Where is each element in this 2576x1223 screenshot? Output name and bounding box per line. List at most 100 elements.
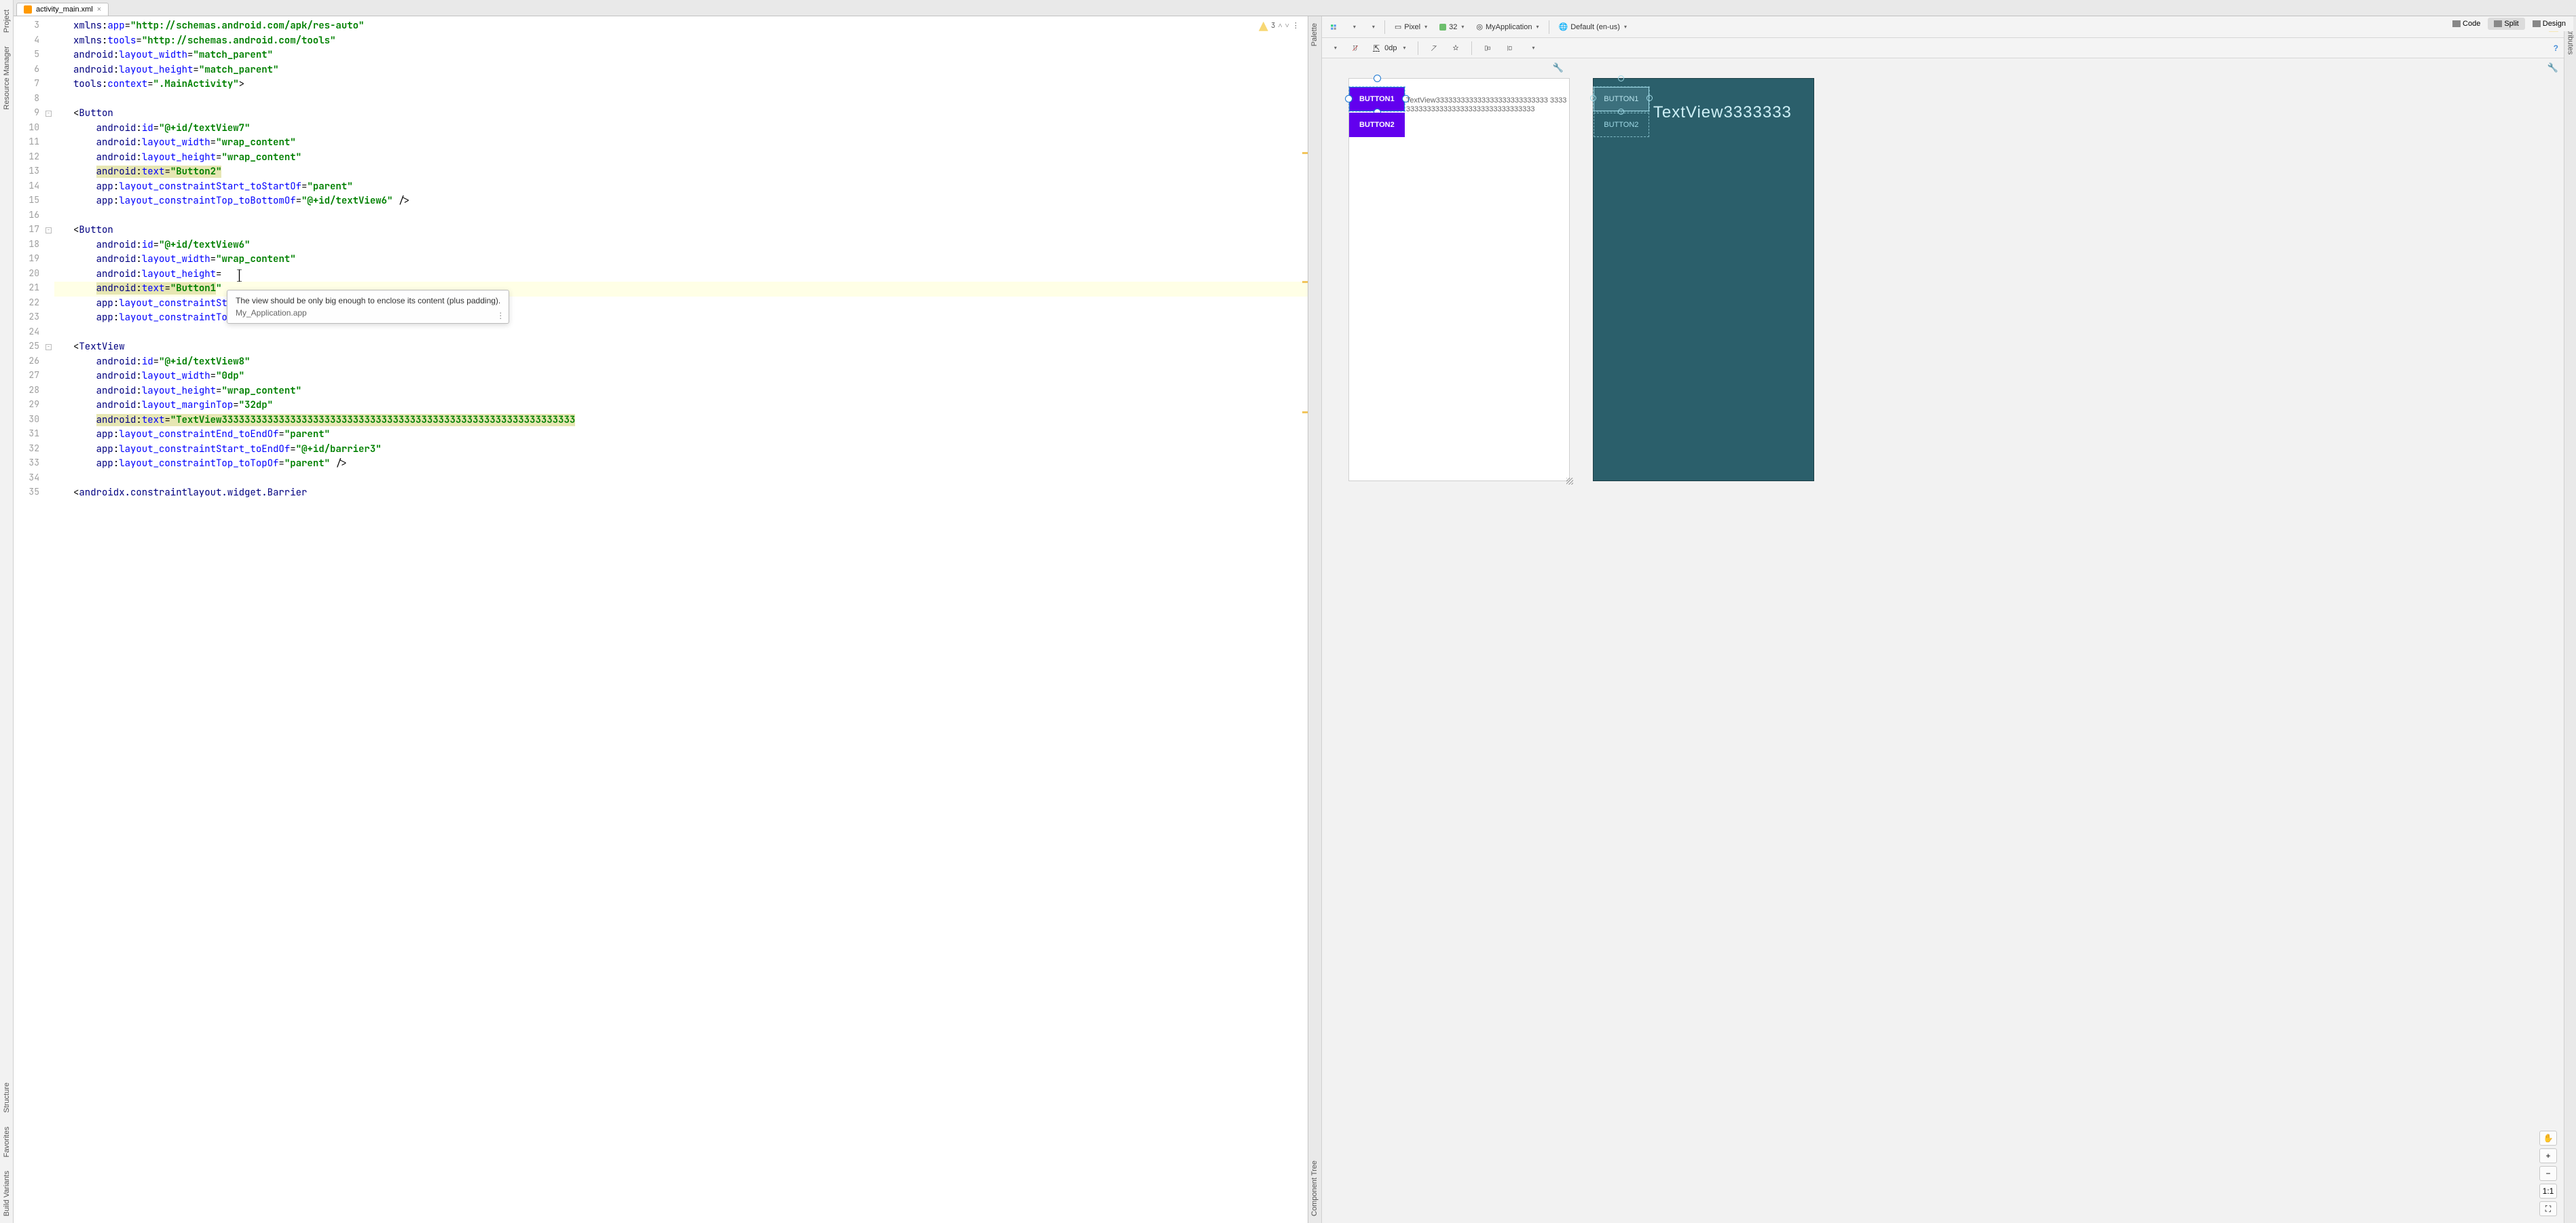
surface-select-icon[interactable] <box>1326 20 1341 35</box>
guideline-icon[interactable] <box>1502 41 1517 56</box>
line-number: 18 <box>14 238 54 253</box>
line-number: 5 <box>14 48 54 63</box>
inspection-menu-icon[interactable]: ⋮ <box>1292 19 1300 34</box>
line-number: 10 <box>14 121 54 136</box>
default-margin[interactable]: ⇱ 0dp▾ <box>1369 42 1410 54</box>
line-number: 31 <box>14 428 54 443</box>
resize-handle[interactable] <box>1564 475 1573 485</box>
line-number: 27 <box>14 369 54 384</box>
blueprint-button1[interactable]: BUTTON1 <box>1594 87 1649 111</box>
wrench-icon[interactable]: 🔧 <box>1553 62 1564 73</box>
code-editor[interactable]: 3456789−1011121314151617−181920212223242… <box>14 16 1308 1223</box>
inspection-count: 3 <box>1271 19 1276 34</box>
line-number: 22 <box>14 297 54 312</box>
constraint-handle[interactable] <box>1374 75 1381 82</box>
night-mode-icon[interactable]: ▾ <box>1364 20 1379 35</box>
constraint-handle[interactable] <box>1618 75 1624 81</box>
view-mode-switcher: Code Split Design <box>2445 16 2573 31</box>
zoom-fit-button[interactable]: ⛶ <box>2539 1201 2557 1216</box>
palette-tab[interactable]: Palette <box>1309 16 1320 53</box>
tab-project[interactable]: Project <box>1 3 12 39</box>
theme-picker[interactable]: ◎ MyApplication▾ <box>1472 21 1543 33</box>
line-number: 14 <box>14 180 54 195</box>
line-number: 35 <box>14 486 54 501</box>
constraint-handle[interactable] <box>1345 95 1353 102</box>
line-number: 8 <box>14 92 54 107</box>
constraint-handle[interactable] <box>1590 95 1596 101</box>
error-stripe[interactable] <box>1302 16 1308 1223</box>
chevron-up-icon[interactable]: ˄ <box>1278 19 1282 34</box>
zoom-actual-button[interactable]: 1:1 <box>2539 1184 2557 1199</box>
split-icon <box>2494 20 2502 27</box>
line-number: 34 <box>14 472 54 487</box>
tab-structure[interactable]: Structure <box>1 1076 12 1120</box>
code-icon <box>2452 20 2461 27</box>
blueprint-button2[interactable]: BUTTON2 <box>1594 113 1649 137</box>
line-number: 29 <box>14 398 54 413</box>
file-tab-active[interactable]: activity_main.xml × <box>16 3 109 16</box>
chevron-down-icon[interactable]: ˅ <box>1285 19 1289 34</box>
design-preview[interactable]: BUTTON1 BUTTON2 TextView3333333333333333… <box>1349 79 1569 481</box>
fold-icon[interactable]: − <box>45 227 52 233</box>
fold-icon[interactable]: − <box>45 111 52 117</box>
inspection-summary[interactable]: 3 ˄ ˅ ⋮ <box>1259 19 1300 34</box>
blueprint-preview[interactable]: BUTTON1 BUTTON2 TextView3333333 <box>1594 79 1814 481</box>
align-icon[interactable] <box>1480 41 1495 56</box>
warn-mark[interactable] <box>1302 281 1308 283</box>
line-number: 20 <box>14 267 54 282</box>
documentation-tooltip: The view should be only big enough to en… <box>227 290 509 324</box>
api-picker[interactable]: 32▾ <box>1435 22 1468 33</box>
wrench-icon[interactable]: 🔧 <box>2547 62 2558 73</box>
zoom-in-button[interactable]: + <box>2539 1148 2557 1163</box>
view-split-label: Split <box>2504 20 2518 28</box>
tooltip-more-icon[interactable]: ⋮ <box>496 311 504 320</box>
warning-icon <box>1259 22 1268 31</box>
tooltip-text: The view should be only big enough to en… <box>236 296 500 305</box>
line-number: 7 <box>14 77 54 92</box>
view-code-button[interactable]: Code <box>2446 18 2486 30</box>
view-options-icon[interactable]: ▾ <box>1326 41 1341 56</box>
locale-picker[interactable]: 🌐 Default (en-us)▾ <box>1555 21 1631 33</box>
fold-icon[interactable]: − <box>45 344 52 350</box>
line-number: 30 <box>14 413 54 428</box>
tab-favorites[interactable]: Favorites <box>1 1120 12 1164</box>
view-design-button[interactable]: Design <box>2526 18 2572 30</box>
tab-resource-manager[interactable]: Resource Manager <box>1 39 12 117</box>
design-toolbar-top: ▾ ▾ ▭ Pixel▾ 32▾ ◎ MyApplication▾ 🌐 Defa… <box>1308 16 2564 38</box>
close-tab-icon[interactable]: × <box>97 5 101 14</box>
line-number: 15 <box>14 194 54 209</box>
zoom-controls: ✋ + − 1:1 ⛶ <box>2539 1131 2557 1216</box>
line-number: 24 <box>14 326 54 341</box>
autoconnect-icon[interactable] <box>1348 41 1363 56</box>
editor-tab-bar: activity_main.xml × <box>14 0 2576 16</box>
design-toolbar-second: ▾ ⇱ 0dp▾ T▾ ? <box>1308 38 2564 58</box>
globe-icon: 🌐 <box>1559 22 1568 31</box>
constraint-handle[interactable] <box>1646 95 1653 101</box>
line-number: 19 <box>14 252 54 267</box>
line-number: 3 <box>14 19 54 34</box>
line-number: 4 <box>14 34 54 49</box>
code-area[interactable]: 3 ˄ ˅ ⋮ xmlns:app="http://schemas.androi… <box>54 16 1308 1223</box>
zoom-out-button[interactable]: − <box>2539 1166 2557 1181</box>
device-picker[interactable]: ▭ Pixel▾ <box>1391 21 1431 33</box>
view-split-button[interactable]: Split <box>2488 18 2524 30</box>
infer-constraints-icon[interactable] <box>1448 41 1463 56</box>
preview-button1[interactable]: BUTTON1 <box>1349 87 1405 111</box>
warn-mark[interactable] <box>1302 411 1308 413</box>
line-number: 33 <box>14 457 54 472</box>
line-number: 6 <box>14 63 54 78</box>
clear-constraints-icon[interactable] <box>1427 41 1441 56</box>
preview-button2[interactable]: BUTTON2 <box>1349 113 1405 137</box>
pan-button[interactable]: ✋ <box>2539 1131 2557 1146</box>
xml-file-icon <box>24 5 32 14</box>
tools-attr-icon[interactable]: T▾ <box>1524 41 1539 56</box>
warn-mark[interactable] <box>1302 152 1308 154</box>
line-number: 17− <box>14 223 54 238</box>
preview-textview[interactable]: TextView333333333333333333333333333 3333… <box>1406 96 1570 114</box>
help-icon[interactable]: ? <box>2554 43 2564 53</box>
orientation-icon[interactable]: ▾ <box>1345 20 1360 35</box>
tab-build-variants[interactable]: Build Variants <box>1 1164 12 1223</box>
design-surface[interactable]: 🔧 🔧 BUTTON1 BUTTON2 TextView333333333333… <box>1308 58 2564 1223</box>
blueprint-textview[interactable]: TextView3333333 <box>1653 103 1792 122</box>
line-number: 23 <box>14 311 54 326</box>
